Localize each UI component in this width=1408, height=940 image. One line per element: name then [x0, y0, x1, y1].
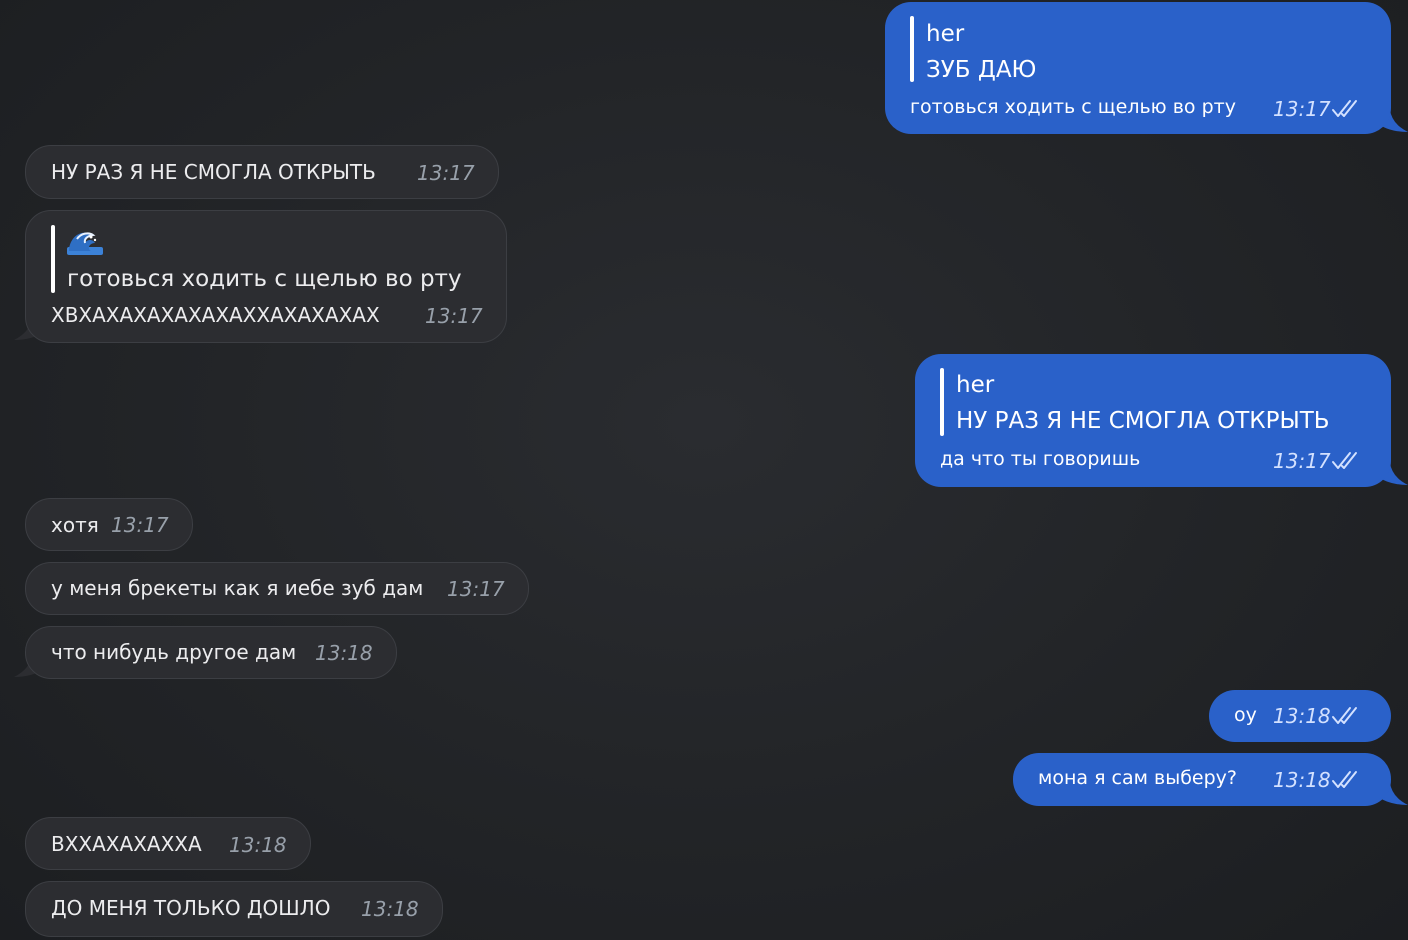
message-time: 13:18	[229, 833, 287, 857]
double-check-icon	[1332, 771, 1357, 788]
message-time: 13:17	[1273, 449, 1331, 473]
message-time: 13:17	[425, 304, 483, 328]
quote-text: ЗУБ ДАЮ	[926, 57, 1037, 83]
message-time: 13:17	[1273, 97, 1331, 121]
message-text: ВХХАХАХАХХА	[51, 832, 202, 856]
incoming-message[interactable]: что нибудь другое дам 13:18	[25, 626, 397, 679]
incoming-message[interactable]: ВХХАХАХАХХА 13:18	[25, 817, 311, 870]
message-text: у меня брекеты как я иебе зуб дам	[51, 576, 424, 600]
quote-bar	[51, 225, 55, 293]
message-time: 13:18	[315, 641, 373, 665]
message-text: оу	[1234, 704, 1257, 726]
outgoing-message[interactable]: her ЗУБ ДАЮ готовься ходить с щелью во р…	[885, 2, 1391, 134]
message-time: 13:17	[417, 161, 475, 185]
double-check-icon	[1332, 707, 1357, 724]
incoming-message[interactable]: НУ РАЗ Я НЕ СМОГЛА ОТКРЫТЬ 13:17	[25, 145, 499, 199]
message-text: мона я сам выберу?	[1038, 767, 1237, 789]
message-time: 13:18	[361, 897, 419, 921]
message-time: 13:17	[447, 577, 505, 601]
message-text: что нибудь другое дам	[51, 640, 297, 664]
message-text: ДО МЕНЯ ТОЛЬКО ДОШЛО	[51, 896, 331, 920]
incoming-message[interactable]: у меня брекеты как я иебе зуб дам 13:17	[25, 562, 529, 615]
message-text: хотя	[51, 513, 99, 537]
outgoing-message[interactable]: мона я сам выберу? 13:18	[1013, 753, 1391, 806]
quote-bar	[940, 368, 944, 436]
chat-view: her ЗУБ ДАЮ готовься ходить с щелью во р…	[0, 0, 1408, 940]
message-text: да что ты говоришь	[940, 448, 1141, 470]
quote-author: her	[926, 21, 965, 47]
quote-text: НУ РАЗ Я НЕ СМОГЛА ОТКРЫТЬ	[956, 408, 1330, 434]
message-text: готовься ходить с щелью во рту	[910, 96, 1236, 118]
message-time: 13:18	[1273, 704, 1331, 728]
double-check-icon	[1332, 100, 1357, 117]
message-text: НУ РАЗ Я НЕ СМОГЛА ОТКРЫТЬ	[51, 160, 376, 184]
quote-bar	[910, 16, 914, 82]
wave-emoji-icon	[67, 232, 103, 255]
double-check-icon	[1332, 452, 1357, 469]
outgoing-message[interactable]: her НУ РАЗ Я НЕ СМОГЛА ОТКРЫТЬ да что ты…	[915, 354, 1391, 487]
message-time: 13:18	[1273, 768, 1331, 792]
quote-text: готовься ходить с щелью во рту	[67, 266, 462, 292]
message-text: ХВХАХАХАХАХАХАХХАХАХАХАХ	[51, 303, 380, 327]
incoming-message[interactable]: хотя 13:17	[25, 498, 193, 551]
incoming-message[interactable]: ДО МЕНЯ ТОЛЬКО ДОШЛО 13:18	[25, 881, 443, 937]
message-time: 13:17	[111, 513, 169, 537]
incoming-message[interactable]: готовься ходить с щелью во рту ХВХАХАХАХ…	[25, 210, 507, 343]
outgoing-message[interactable]: оу 13:18	[1209, 690, 1391, 742]
quote-author: her	[956, 372, 995, 398]
